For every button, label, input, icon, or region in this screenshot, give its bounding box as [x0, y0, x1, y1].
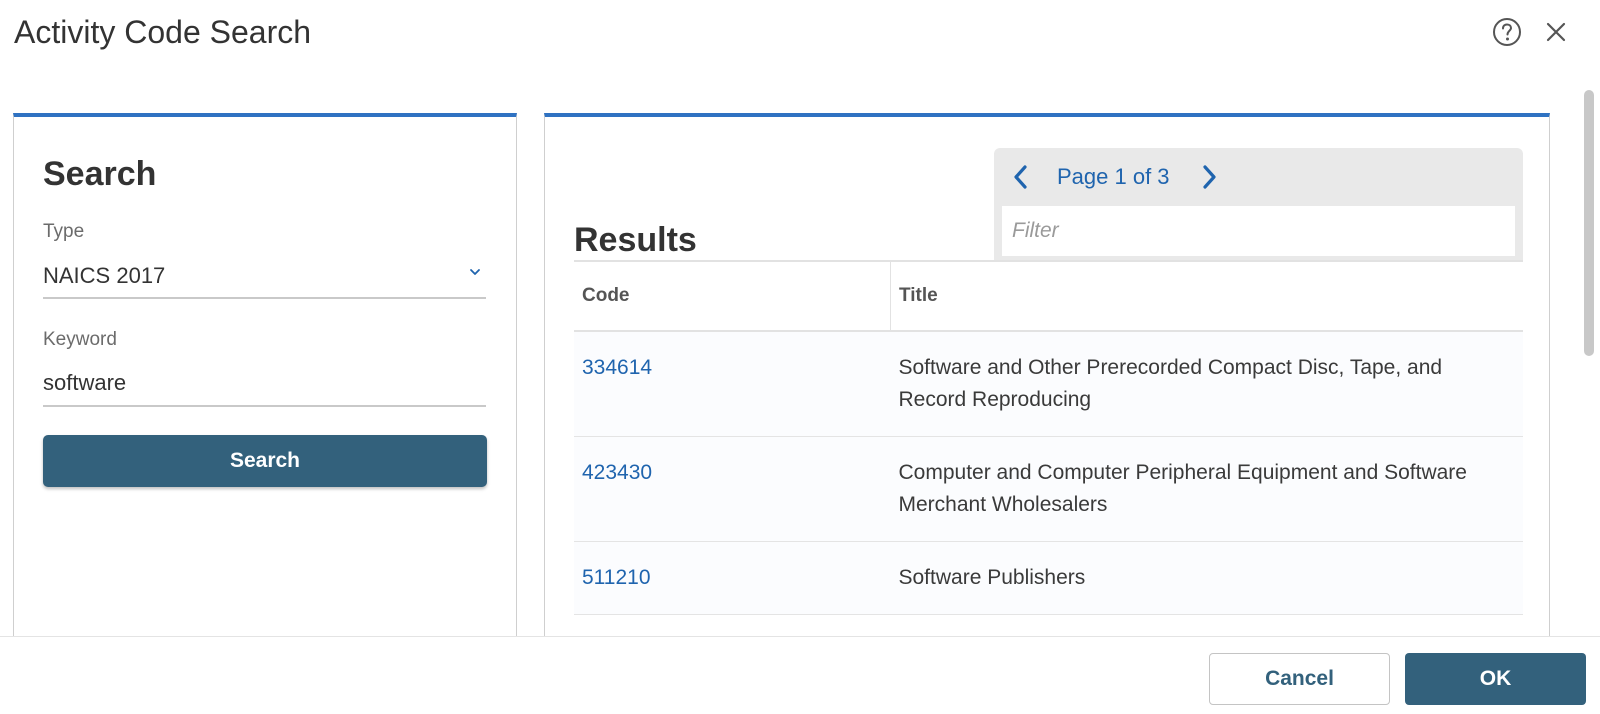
column-header-title[interactable]: Title — [890, 260, 1523, 332]
title-cell: Computer and Computer Peripheral Equipme… — [890, 436, 1523, 542]
scrollbar-thumb[interactable] — [1584, 90, 1594, 356]
search-panel: Search Type NAICS 2017 Keyword Search — [13, 113, 517, 658]
pager-text: Page 1 of 3 — [1057, 164, 1170, 189]
help-circle-icon[interactable] — [1492, 17, 1522, 47]
table-header-row: Code Title — [574, 260, 1523, 332]
column-header-code[interactable]: Code — [574, 260, 891, 332]
dialog-title: Activity Code Search — [14, 14, 312, 50]
search-heading: Search — [43, 155, 157, 193]
title-cell: Software and Other Prerecorded Compact D… — [890, 331, 1523, 437]
type-select-value: NAICS 2017 — [43, 263, 166, 288]
search-button[interactable]: Search — [43, 435, 487, 487]
keyword-input[interactable] — [43, 361, 486, 407]
chevron-right-icon[interactable] — [1198, 162, 1220, 192]
type-label: Type — [43, 221, 85, 242]
cancel-button[interactable]: Cancel — [1209, 653, 1390, 705]
type-select[interactable]: NAICS 2017 — [43, 253, 486, 299]
ok-button[interactable]: OK — [1405, 653, 1586, 705]
chevron-down-icon — [470, 269, 480, 275]
results-panel: Page 1 of 3 Results Code Title 334614 So… — [544, 113, 1550, 658]
table-row[interactable]: 511210 Software Publishers — [574, 541, 1523, 615]
chevron-left-icon[interactable] — [1010, 162, 1032, 192]
results-table: Code Title 334614 Software and Other Pre… — [574, 260, 1523, 615]
title-cell: Software Publishers — [890, 541, 1523, 615]
close-icon[interactable] — [1542, 18, 1570, 46]
code-link[interactable]: 423430 — [574, 436, 891, 542]
pager-box: Page 1 of 3 — [994, 148, 1523, 260]
table-row[interactable]: 423430 Computer and Computer Peripheral … — [574, 436, 1523, 542]
table-row[interactable]: 334614 Software and Other Prerecorded Co… — [574, 331, 1523, 437]
code-link[interactable]: 511210 — [574, 541, 891, 615]
keyword-label: Keyword — [43, 329, 117, 350]
code-link[interactable]: 334614 — [574, 331, 891, 437]
results-heading: Results — [574, 221, 697, 259]
filter-input[interactable] — [1002, 206, 1515, 256]
